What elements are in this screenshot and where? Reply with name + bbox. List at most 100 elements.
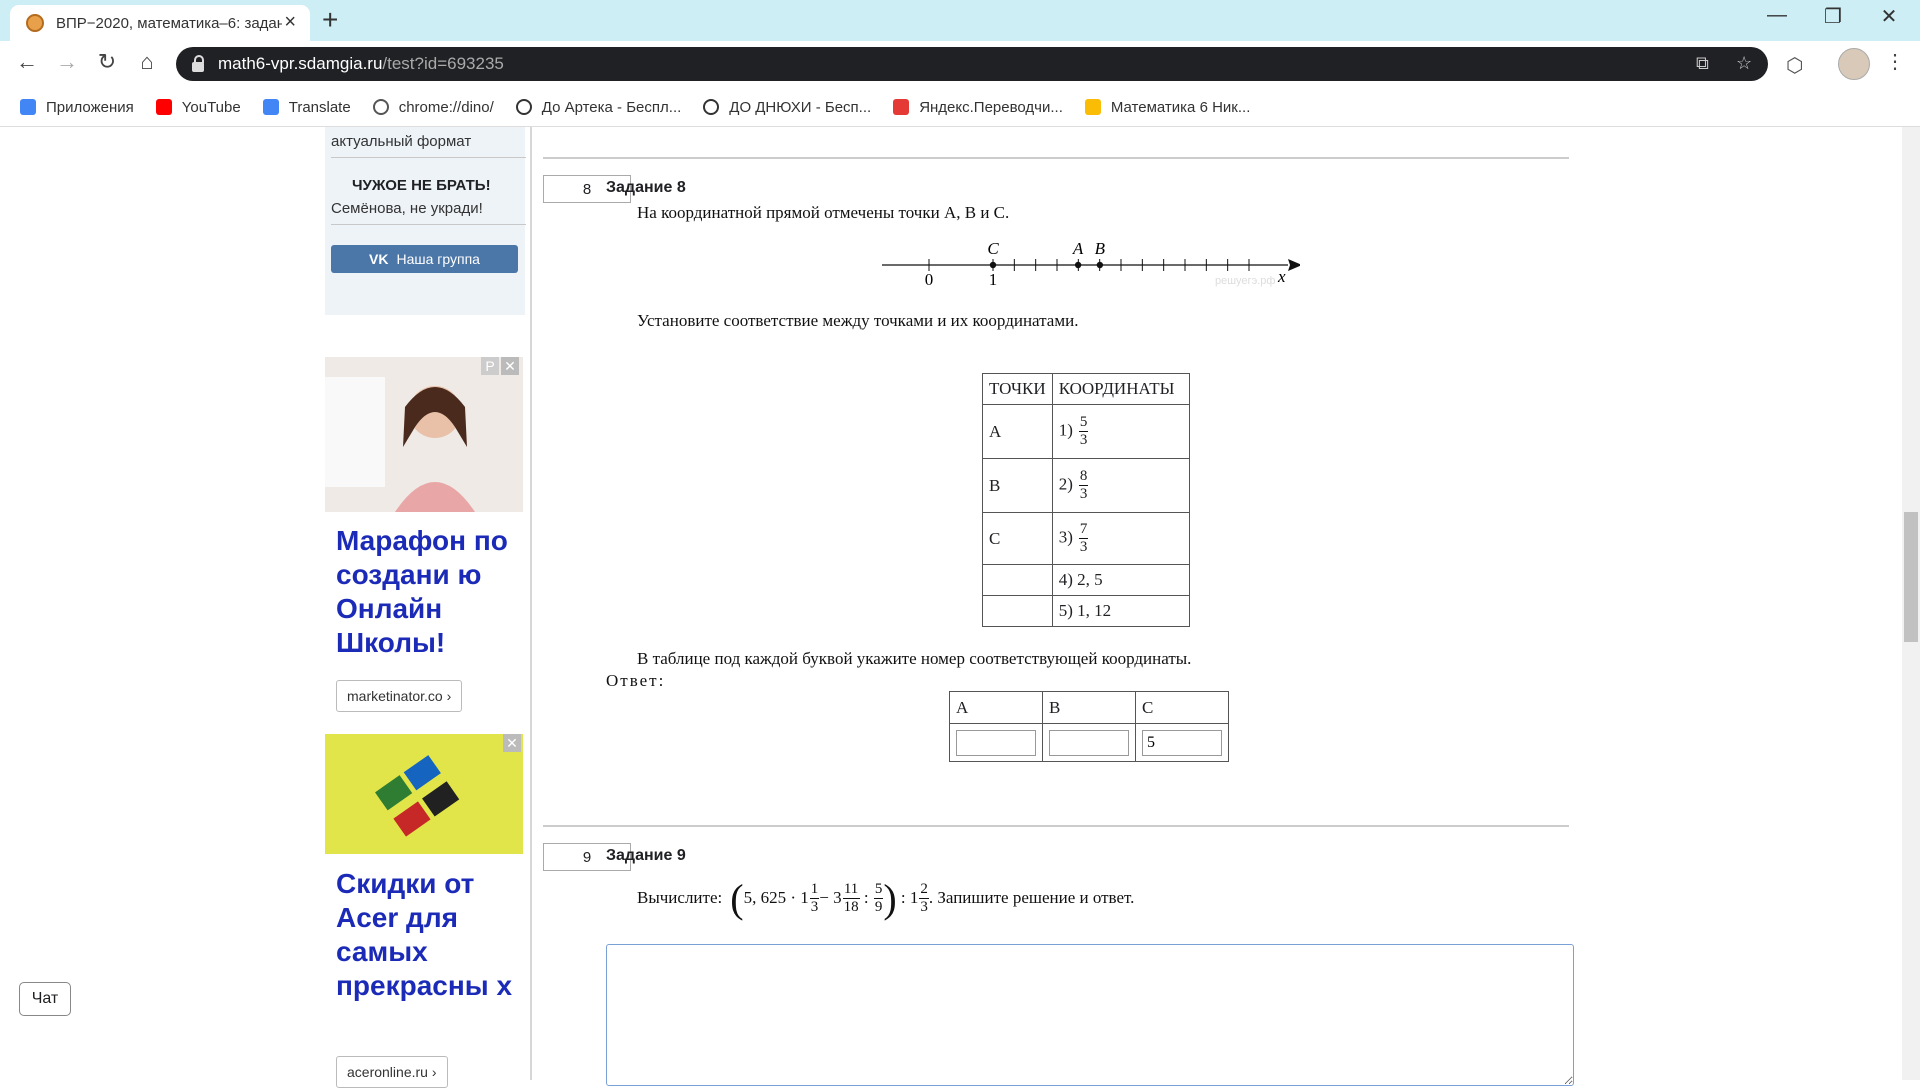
axis-arrow-icon [1288,259,1300,271]
ad-link[interactable]: marketinator.co › [336,680,463,712]
ad-headline[interactable]: Марафон по создани ю Онлайн Школы! [336,524,516,660]
point-label-b: B [1095,239,1106,258]
table-cell-point: B [982,458,1053,513]
table-cell-point [982,595,1053,627]
warning-text: Семёнова, не укради! [331,200,483,217]
table-cell-point [982,564,1053,596]
ad-label[interactable]: P [481,357,499,375]
tab-close-icon[interactable]: × [284,11,296,34]
answer-table: A B C [949,691,1229,762]
home-icon[interactable]: ⌂ [132,49,162,75]
vk-logo-icon: VK [369,251,389,267]
bookmark-favicon-icon [155,99,172,115]
bookmark-favicon-icon [20,99,36,115]
tick-label-zero: 0 [925,270,934,287]
task-instruction: Установите соответствие между точками и … [637,311,1079,330]
bookmark-favicon-icon [893,99,910,115]
answer-input-b[interactable] [1049,729,1129,756]
ad-close-icon[interactable]: ✕ [501,357,519,375]
answer-header: C [1135,691,1229,724]
tab-bar: ВПР−2020, математика–6: задан × + — ❐ ✕ [0,0,1920,41]
new-tab-button[interactable]: + [322,4,338,36]
table-cell-coordinate: 3) 7 3 [1051,512,1190,565]
url-text[interactable]: math6-vpr.sdamgia.ru/test?id=693235 [218,54,504,74]
back-arrow-icon[interactable]: ← [12,49,42,75]
bookmark-star-icon[interactable]: ☆ [1736,53,1752,74]
vk-group-button[interactable]: VK Наша группа [331,245,518,273]
table-cell-point: A [982,404,1053,459]
scrollbar-thumb[interactable] [1904,512,1918,642]
warning-title: ЧУЖОЕ НЕ БРАТЬ! [352,177,491,194]
table-header: ТОЧКИ [982,373,1053,405]
bookmark-item[interactable]: Приложения [20,99,134,116]
bookmark-label: Translate [288,98,351,116]
task-separator [543,825,1569,827]
browser-tab[interactable]: ВПР−2020, математика–6: задан × [10,5,310,41]
ad-close-icon[interactable]: ✕ [503,734,521,752]
chat-button[interactable]: Чат [19,982,71,1016]
bookmark-item[interactable]: Математика 6 Ник... [1084,98,1251,116]
bookmark-favicon-icon [262,99,279,115]
bookmark-favicon-icon [703,99,720,115]
bookmark-label: ДО ДНЮХИ - Бесп... [729,98,872,116]
point-label-a: A [1072,239,1084,258]
close-window-button[interactable]: ✕ [1864,4,1914,29]
point-a [1074,261,1082,269]
task-title: Задание 9 [606,847,686,864]
bookmarks-bar: Приложения YouTube Translate chrome://dino/… [0,88,1920,127]
translate-icon[interactable]: ⧉ [1696,53,1709,74]
ad-link[interactable]: aceronline.ru › [336,1056,448,1088]
bookmark-item[interactable]: До Артека - Беспл... [515,98,682,116]
table-cell-coordinate: 2) 8 3 [1051,458,1190,513]
bookmark-item[interactable]: Translate [262,98,351,116]
reload-icon[interactable]: ↻ [92,49,122,75]
bookmark-label: Яндекс.Переводчи... [919,98,1063,116]
bookmark-label: Приложения [46,98,134,116]
table-cell-coordinate: 1) 5 3 [1051,404,1190,459]
table-cell-coordinate: 4) 2, 5 [1051,564,1190,596]
task-separator [543,157,1569,159]
bookmark-label: YouTube [181,98,241,116]
content-divider [530,127,532,1080]
format-text: актуальный формат [331,133,472,150]
page-content: актуальный формат ЧУЖОЕ НЕ БРАТЬ! Семёно… [0,127,1920,1088]
address-bar[interactable]: math6-vpr.sdamgia.ru/test?id=693235 ⧉ ☆ [176,47,1768,81]
profile-avatar[interactable] [1838,48,1870,80]
answer-header: A [949,691,1043,724]
number-line: C AB 0 1 x решуегэ.рф [882,239,1300,287]
tick-label-one: 1 [989,270,998,287]
answer-input-a[interactable] [956,729,1036,756]
bookmark-favicon-icon [372,99,389,115]
bookmark-item[interactable]: Яндекс.Переводчи... [893,99,1063,116]
bookmark-label: chrome://dino/ [398,98,494,116]
forward-arrow-icon[interactable]: → [52,49,82,75]
watermark: решуегэ.рф [1215,275,1275,287]
scrollbar[interactable] [1902,127,1920,1080]
answer-input-c[interactable] [1142,729,1222,756]
bookmark-label: До Артека - Беспл... [541,98,682,116]
bookmark-item[interactable]: YouTube [155,98,241,116]
bookmark-favicon-icon [1084,99,1101,115]
ad-headline[interactable]: Скидки от Acer для самых прекрасны х [336,867,516,1003]
ad-image-acer[interactable]: ✕ [325,734,523,854]
solution-textarea[interactable] [606,944,1574,1086]
tab-title: ВПР−2020, математика–6: задан [56,14,282,32]
lock-icon [192,55,204,72]
table-cell-point: C [982,512,1053,565]
menu-dots-icon[interactable]: ⋮ [1885,49,1905,74]
matching-table: ТОЧКИ КООРДИНАТЫ A 1) 5 3 B 2) 8 3 C 3) 7 3 4)… [982,373,1190,627]
bookmark-item[interactable]: ДО ДНЮХИ - Бесп... [703,99,871,116]
site-favicon-icon [26,14,44,32]
ad-product-icon [325,734,523,854]
answer-label: Ответ: [606,671,666,690]
bookmark-label: Математика 6 Ник... [1110,98,1251,116]
maximize-button[interactable]: ❐ [1808,4,1858,29]
table-header: КООРДИНАТЫ [1051,373,1190,405]
extensions-icon[interactable]: ⬡ [1786,53,1803,78]
answer-note: В таблице под каждой буквой укажите номе… [637,649,1192,668]
ad-image-woman[interactable]: P ✕ [325,357,523,512]
bookmark-item[interactable]: chrome://dino/ [372,98,494,116]
minimize-button[interactable]: — [1752,4,1802,27]
task9-expression: Вычислите: ( 5, 625 · 1 13 − 3 11 18 : 59… [637,875,1135,921]
browser-toolbar: ← → ↻ ⌂ math6-vpr.sdamgia.ru/test?id=693… [0,41,1920,88]
